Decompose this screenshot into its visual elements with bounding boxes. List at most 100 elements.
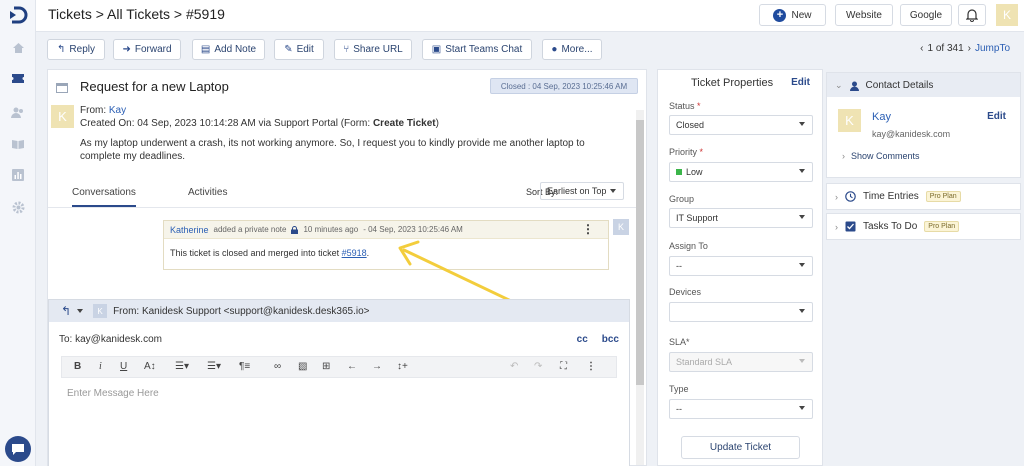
reports-icon[interactable] <box>8 165 28 185</box>
tab-conversations[interactable]: Conversations <box>72 187 136 207</box>
link-icon[interactable]: ∞ <box>274 361 281 372</box>
contacts-icon[interactable] <box>8 102 28 122</box>
more-circle-icon: ● <box>551 44 558 55</box>
more-vertical-icon[interactable]: ⋮ <box>586 361 596 372</box>
breadcrumb[interactable]: Tickets > All Tickets > #5919 <box>48 6 225 22</box>
forward-button[interactable]: ➜ Forward <box>113 39 181 60</box>
sort-order-value: Earliest on Top <box>547 186 607 196</box>
bcc-link[interactable]: bcc <box>602 334 619 345</box>
indent-arrow-icon[interactable]: → <box>372 361 382 372</box>
fullscreen-icon[interactable]: ⛶ <box>560 361 567 372</box>
scrollbar-thumb[interactable] <box>636 120 644 385</box>
form-name: Create Ticket <box>372 118 436 129</box>
status-label: Status * <box>669 101 701 111</box>
requester-name-link[interactable]: Kay <box>109 105 126 116</box>
reply-arrow-icon: ↰ <box>57 44 66 55</box>
settings-gear-icon[interactable] <box>8 197 28 217</box>
created-on-text: Created On: 04 Sep, 2023 10:14:28 AM via… <box>80 118 371 129</box>
user-avatar[interactable]: K <box>996 4 1018 26</box>
merged-ticket-link[interactable]: #5918 <box>342 248 367 258</box>
paragraph-icon[interactable]: ¶≡ <box>239 361 250 372</box>
show-comments-link[interactable]: › Show Comments <box>842 151 920 161</box>
home-icon[interactable] <box>8 38 28 58</box>
contact-name[interactable]: Kay <box>872 111 891 123</box>
update-ticket-button[interactable]: Update Ticket <box>681 436 800 459</box>
bullet-list-icon[interactable]: ☰▾ <box>207 361 221 372</box>
sla-value: Standard SLA <box>676 357 733 367</box>
bold-icon[interactable]: B <box>74 361 81 372</box>
top-bar: Tickets > All Tickets > #5919 + New Webs… <box>36 0 1024 32</box>
notifications-bell-icon[interactable] <box>958 4 986 26</box>
tickets-icon[interactable] <box>8 68 28 88</box>
undo-icon[interactable]: ↶ <box>510 361 518 372</box>
priority-value: Low <box>686 167 703 177</box>
sort-order-select[interactable]: Earliest on Top <box>540 182 624 200</box>
knowledge-base-icon[interactable] <box>8 134 28 154</box>
cc-link[interactable]: cc <box>577 334 588 345</box>
more-button[interactable]: ● More... <box>542 39 602 60</box>
tasks-panel[interactable]: › Tasks To Do Pro Plan <box>826 213 1021 240</box>
conversation-tabs: Conversations Activities Sort By: Earlie… <box>48 178 636 208</box>
priority-label: Priority * <box>669 147 704 157</box>
add-note-label: Add Note <box>214 44 257 55</box>
status-select[interactable]: Closed <box>669 115 813 135</box>
google-button[interactable]: Google <box>900 4 952 26</box>
plus-icon: + <box>773 8 787 22</box>
contact-details-header[interactable]: ⌄ Contact Details <box>835 80 933 91</box>
editor-toolbar: B i U A↕ ☰▾ ☰▾ ¶≡ ∞ ▧ ⊞ ← → ↕+ ↶ ↷ ⛶ ⋮ <box>61 356 617 378</box>
new-button[interactable]: + New <box>759 4 826 26</box>
ordered-list-icon[interactable]: ☰▾ <box>175 361 189 372</box>
image-icon[interactable]: ▧ <box>298 361 307 372</box>
requester-avatar: K <box>51 105 74 128</box>
assign-to-label: Assign To <box>669 241 708 251</box>
properties-edit-link[interactable]: Edit <box>791 77 810 88</box>
cc-bcc: cc bcc <box>577 334 619 345</box>
reply-button[interactable]: ↰ Reply <box>47 39 105 60</box>
chevron-down-icon <box>799 215 805 219</box>
reply-type-icon[interactable]: ↰ <box>61 304 71 318</box>
action-toolbar: ↰ Reply ➜ Forward ▤ Add Note ✎ Edit ⑂ Share U… <box>36 32 1024 68</box>
outdent-arrow-icon[interactable]: ← <box>347 361 357 372</box>
group-select[interactable]: IT Support <box>669 208 813 228</box>
website-button[interactable]: Website <box>835 4 893 26</box>
jump-to-link[interactable]: JumpTo <box>975 43 1010 54</box>
start-teams-chat-button[interactable]: ▣ Start Teams Chat <box>422 39 532 60</box>
insert-plus-icon[interactable]: ↕+ <box>397 361 408 372</box>
devices-select[interactable] <box>669 302 813 322</box>
closed-status-badge: Closed : 04 Sep, 2023 10:25:46 AM <box>490 78 638 94</box>
reply-type-chevron-icon[interactable] <box>77 309 84 313</box>
contact-edit-link[interactable]: Edit <box>987 111 1006 122</box>
type-select[interactable]: -- <box>669 399 813 419</box>
status-required-mark: * <box>697 101 701 111</box>
message-body-input[interactable]: Enter Message Here <box>67 388 159 399</box>
conversation-scrollbar[interactable] <box>636 110 644 465</box>
chat-support-icon[interactable] <box>5 436 31 462</box>
italic-icon[interactable]: i <box>99 361 102 372</box>
assign-to-value: -- <box>676 261 682 271</box>
composer-from[interactable]: From: Kanidesk Support <support@kanidesk… <box>113 306 369 317</box>
priority-select[interactable]: Low <box>669 162 813 182</box>
add-note-button[interactable]: ▤ Add Note <box>192 39 265 60</box>
sla-select[interactable]: Standard SLA <box>669 352 813 372</box>
tab-activities[interactable]: Activities <box>188 187 227 198</box>
prev-ticket-chevron-icon[interactable]: ‹ <box>920 43 923 54</box>
note-icon: ▤ <box>200 44 211 55</box>
devices-label: Devices <box>669 287 702 297</box>
table-icon[interactable]: ⊞ <box>322 361 330 372</box>
composer-to[interactable]: To: kay@kanidesk.com <box>59 334 162 345</box>
group-value: IT Support <box>676 213 718 223</box>
note-more-vertical-icon[interactable]: ⋮ <box>582 222 594 236</box>
redo-icon[interactable]: ↷ <box>534 361 542 372</box>
note-author[interactable]: Katherine <box>170 225 209 235</box>
note-body-suffix: . <box>366 248 370 258</box>
note-action: added a private note <box>213 225 287 234</box>
edit-button[interactable]: ✎ Edit <box>274 39 324 60</box>
assign-to-select[interactable]: -- <box>669 256 813 276</box>
private-note: Katherine added a private note 10 minute… <box>163 220 609 270</box>
underline-icon[interactable]: U <box>120 361 127 372</box>
desk365-logo-icon[interactable] <box>7 5 29 25</box>
font-size-icon[interactable]: A↕ <box>144 361 156 372</box>
time-entries-panel[interactable]: › Time Entries Pro Plan <box>826 183 1021 210</box>
share-url-button[interactable]: ⑂ Share URL <box>334 39 412 60</box>
next-ticket-chevron-icon[interactable]: › <box>968 43 971 54</box>
